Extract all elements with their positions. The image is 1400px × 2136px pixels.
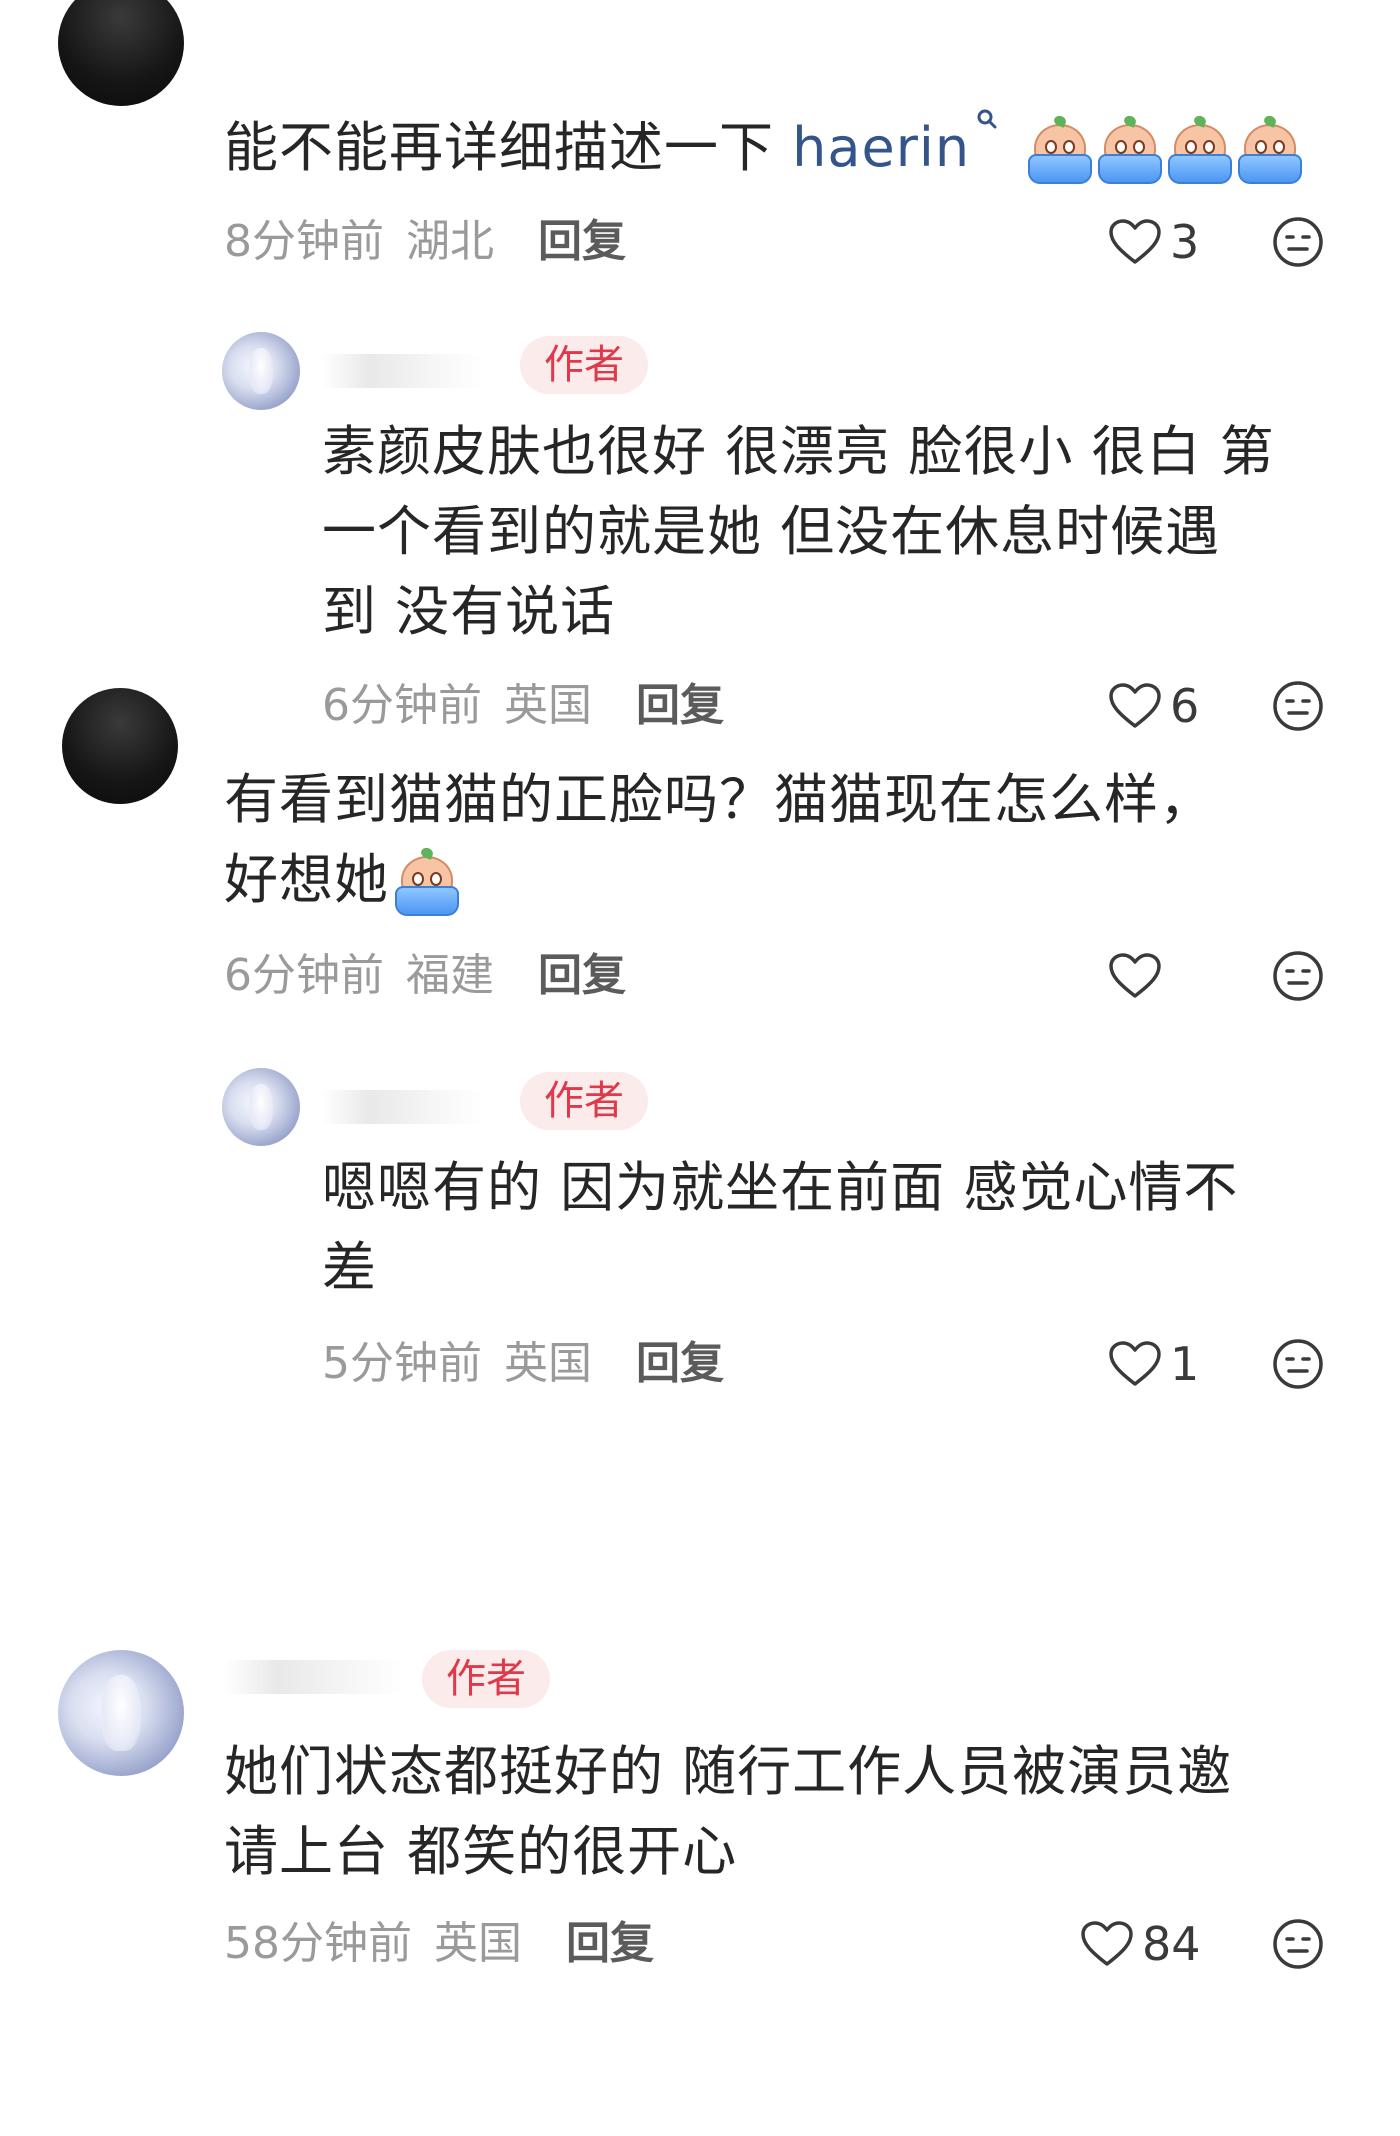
author-badge: 作者: [520, 1072, 648, 1130]
comment-text: 有看到猫猫的正脸吗？猫猫现在怎么样， 好想她: [224, 760, 1364, 920]
author-badge: 作者: [422, 1650, 550, 1708]
like-count: 3: [1170, 215, 1200, 269]
author-name[interactable]: [322, 354, 482, 388]
emoji-row: [1026, 114, 1303, 185]
meh-face-icon: [1272, 681, 1324, 736]
timestamp: 58分钟前: [224, 1918, 412, 1969]
location: 福建: [406, 950, 494, 1001]
comment-meta: 5分钟前 英国 回复: [322, 1334, 724, 1394]
reply-button[interactable]: 回复: [538, 950, 626, 1001]
reply-button[interactable]: 回复: [636, 680, 724, 731]
comment-text: 能不能再详细描述一下 haerin: [224, 108, 1303, 188]
heart-outline-icon: [1108, 682, 1162, 730]
meh-face-icon: [1272, 1339, 1324, 1394]
author-avatar[interactable]: [222, 1068, 300, 1146]
reply-button[interactable]: 回复: [636, 1338, 724, 1389]
crying-peach-emoji: [1236, 114, 1303, 185]
location: 英国: [434, 1918, 522, 1969]
search-icon: [970, 109, 998, 179]
more-button[interactable]: [1272, 1918, 1324, 1970]
author-name[interactable]: [224, 1660, 404, 1694]
crying-peach-emoji: [1026, 114, 1093, 185]
location: 英国: [504, 1338, 592, 1389]
user-avatar[interactable]: [58, 0, 184, 106]
timestamp: 6分钟前: [322, 680, 482, 731]
like-count: 84: [1142, 1917, 1201, 1971]
comment-meta: 6分钟前 英国 回复: [322, 676, 724, 736]
heart-outline-icon: [1108, 218, 1162, 266]
meh-face-icon: [1272, 951, 1324, 1006]
reply-button[interactable]: 回复: [566, 1918, 654, 1969]
comment-3: 作者 她们状态都挺好的 随行工作人员被演员邀 请上台 都笑的很开心 58分钟前英…: [0, 1640, 1400, 2020]
author-avatar[interactable]: [58, 1650, 184, 1776]
like-button[interactable]: 3: [1108, 212, 1199, 272]
comment-1: 能不能再详细描述一下 haerin 8分钟前 湖北 回复 3: [0, 0, 1400, 300]
mention-link[interactable]: haerin: [792, 109, 998, 179]
like-button[interactable]: [1108, 946, 1170, 1006]
reply-1: 作者 素颜皮肤也很好 很漂亮 脸很小 很白 第 一个看到的就是她 但没在休息时候…: [0, 320, 1400, 750]
location: 英国: [504, 680, 592, 731]
crying-peach-emoji: [393, 846, 459, 917]
reply-button[interactable]: 回复: [538, 216, 626, 267]
heart-outline-icon: [1108, 952, 1162, 1000]
crying-peach-emoji: [1166, 114, 1233, 185]
more-button[interactable]: [1272, 216, 1324, 268]
user-avatar[interactable]: [62, 688, 178, 804]
comment-text: 素颜皮肤也很好 很漂亮 脸很小 很白 第 一个看到的就是她 但没在休息时候遇 到…: [322, 420, 1275, 643]
location: 湖北: [406, 216, 494, 267]
comment-meta: 8分钟前 湖北 回复: [224, 212, 626, 272]
comment-text: 她们状态都挺好的 随行工作人员被演员邀 请上台 都笑的很开心: [224, 1740, 1233, 1883]
author-name[interactable]: [322, 1090, 482, 1124]
like-count: 1: [1170, 1337, 1200, 1391]
like-button[interactable]: 6: [1108, 676, 1199, 736]
crying-peach-emoji: [1096, 114, 1163, 185]
author-badge: 作者: [520, 336, 648, 394]
comment-text: 嗯嗯有的 因为就坐在前面 感觉心情不 差: [322, 1156, 1239, 1299]
heart-outline-icon: [1080, 1920, 1134, 1968]
author-avatar[interactable]: [222, 332, 300, 410]
heart-outline-icon: [1108, 1340, 1162, 1388]
timestamp: 5分钟前: [322, 1338, 482, 1389]
meh-face-icon: [1272, 1919, 1324, 1974]
more-button[interactable]: [1272, 950, 1324, 1002]
like-button[interactable]: 84: [1080, 1914, 1201, 1974]
comment-meta: 58分钟前 英国 回复: [224, 1914, 654, 1974]
like-count: 6: [1170, 679, 1200, 733]
reply-2: 作者 嗯嗯有的 因为就坐在前面 感觉心情不 差 5分钟前 英国 回复 1: [0, 1056, 1400, 1396]
more-button[interactable]: [1272, 680, 1324, 732]
timestamp: 6分钟前: [224, 950, 384, 1001]
timestamp: 8分钟前: [224, 216, 384, 267]
like-button[interactable]: 1: [1108, 1334, 1199, 1394]
comment-meta: 6分钟前 福建 回复: [224, 946, 626, 1006]
meh-face-icon: [1272, 217, 1324, 272]
more-button[interactable]: [1272, 1338, 1324, 1390]
comment-2: 有看到猫猫的正脸吗？猫猫现在怎么样， 好想她 6分钟前 福建 回复: [0, 688, 1400, 1060]
